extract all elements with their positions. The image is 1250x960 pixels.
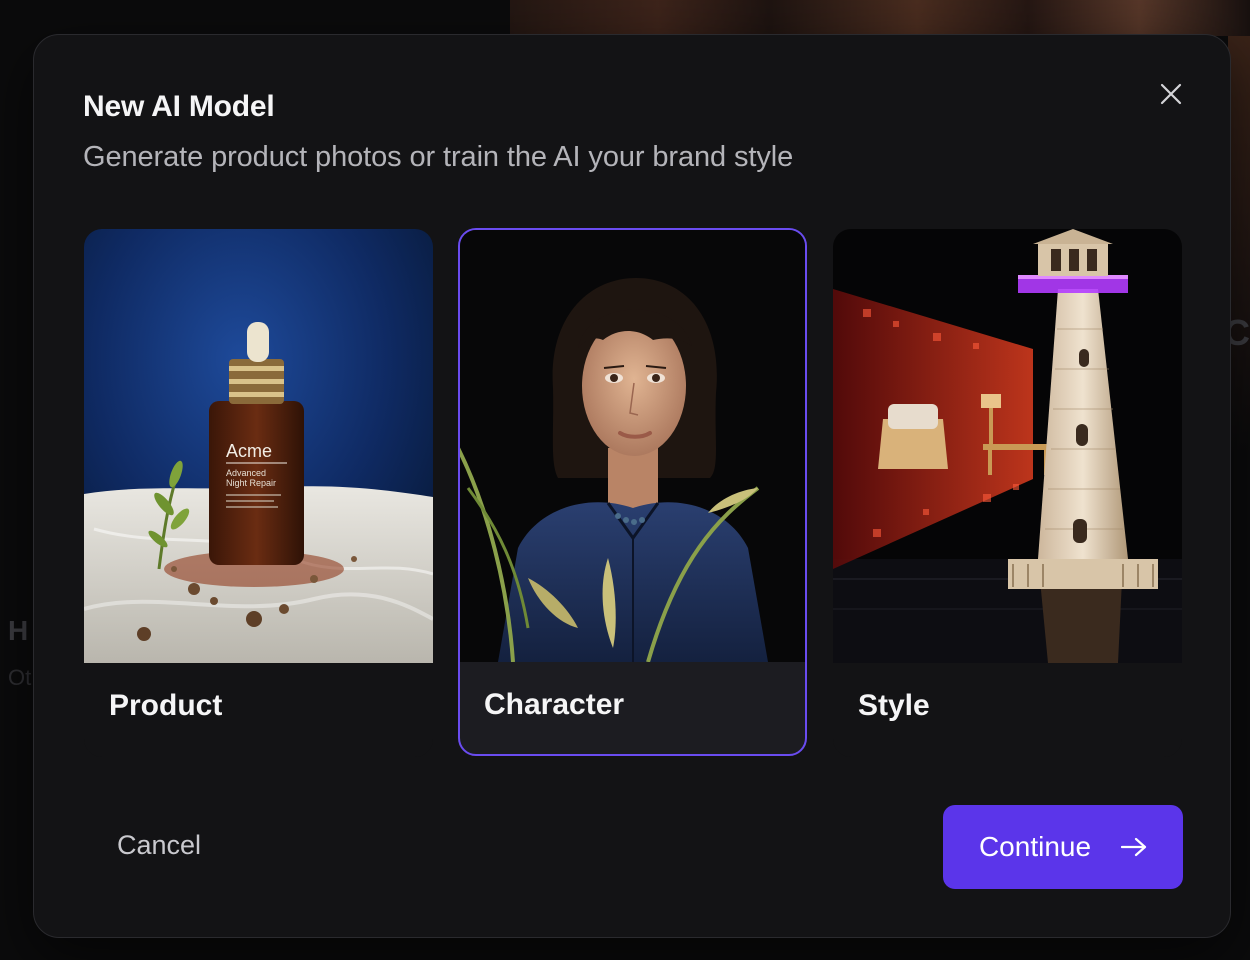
- lighthouse-render-photo: [833, 229, 1182, 663]
- background-caption: Ot: [8, 665, 32, 690]
- background-heading: H: [8, 615, 29, 646]
- continue-label: Continue: [978, 831, 1092, 862]
- arrow-right-icon: [1121, 837, 1147, 857]
- close-button[interactable]: [1156, 79, 1186, 109]
- card-label: Style: [858, 689, 930, 722]
- model-type-card-product[interactable]: Acme Advanced Night Repair Product: [84, 229, 433, 757]
- portrait-photo: [460, 230, 805, 662]
- new-ai-model-dialog: New AI Model Generate product photos or …: [33, 34, 1231, 938]
- serum-bottle-photo: Acme Advanced Night Repair: [84, 229, 433, 663]
- model-type-card-character[interactable]: Character: [458, 228, 807, 756]
- card-label: Product: [109, 689, 223, 722]
- continue-button[interactable]: Continue: [943, 805, 1183, 889]
- dialog-subtitle: Generate product photos or train the AI …: [83, 141, 794, 173]
- close-icon: [1159, 82, 1183, 106]
- bottle-brand-text: Acme: [226, 441, 272, 461]
- background-thumbnail-right: [1228, 36, 1250, 456]
- model-type-card-style[interactable]: Style: [833, 229, 1182, 757]
- bottle-line-2: Night Repair: [226, 478, 276, 488]
- bottle-line-1: Advanced: [226, 468, 266, 478]
- background-thumbnails: [510, 0, 1250, 36]
- card-label: Character: [484, 688, 625, 721]
- dialog-title: New AI Model: [83, 90, 275, 123]
- cancel-button[interactable]: Cancel: [117, 830, 201, 861]
